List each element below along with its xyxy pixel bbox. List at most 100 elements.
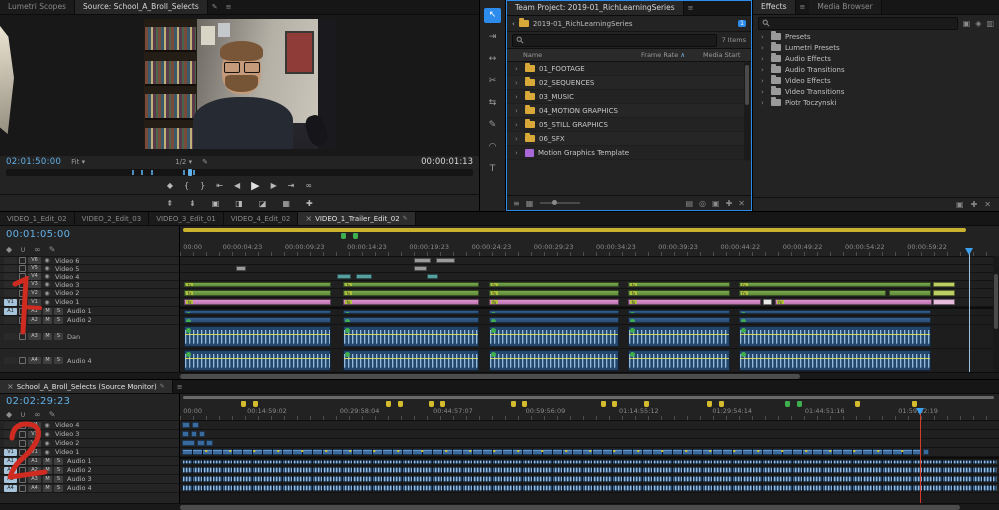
effects-row[interactable]: ›Presets xyxy=(753,31,999,42)
sequence-tab[interactable]: ×VIDEO_1_Trailer_Edit_02✎ xyxy=(298,212,415,225)
clip[interactable]: fx xyxy=(184,299,331,305)
clip[interactable] xyxy=(739,326,931,347)
effects-row[interactable]: ›Audio Transitions xyxy=(753,64,999,75)
track-header-v4[interactable]: V4◉Video 4 xyxy=(0,273,179,281)
chevron-right-icon[interactable]: › xyxy=(515,135,521,143)
project-row[interactable]: ›03_MUSIC xyxy=(507,90,751,104)
sequence-marker-icon[interactable] xyxy=(386,401,391,407)
clip[interactable] xyxy=(436,258,456,263)
lock-icon[interactable] xyxy=(19,467,26,474)
clip[interactable] xyxy=(337,274,351,279)
breadcrumb[interactable]: 2019-01_RichLearningSeries xyxy=(533,20,633,28)
track-lane-v2[interactable]: fxfxfxfxfx xyxy=(180,289,999,298)
clip[interactable]: fx xyxy=(628,290,730,296)
delete-icon[interactable]: ✕ xyxy=(984,200,991,209)
clip[interactable]: fx xyxy=(628,299,761,305)
mute-button[interactable]: M xyxy=(43,333,52,340)
pen-tool[interactable]: ✎ xyxy=(484,118,501,133)
track-lane-a3[interactable] xyxy=(180,475,999,484)
column-media-start[interactable]: Media Start xyxy=(703,51,751,59)
clip[interactable] xyxy=(182,422,190,428)
new-item-icon[interactable]: ✚ xyxy=(726,199,733,208)
clip[interactable] xyxy=(628,350,730,371)
lock-icon[interactable] xyxy=(19,299,26,306)
track-lane-v3[interactable]: fxfxfxfxfx xyxy=(180,281,999,289)
effects-row[interactable]: ›Piotr Toczynski xyxy=(753,97,999,108)
edit-icon[interactable]: ✎ xyxy=(403,215,408,222)
lock-icon[interactable] xyxy=(19,317,26,324)
slip-tool[interactable]: ⇆ xyxy=(484,96,501,111)
source-patch-a4[interactable]: A4 xyxy=(4,485,17,492)
toggle-track-output-icon[interactable]: ◉ xyxy=(43,290,51,297)
clip[interactable] xyxy=(343,317,479,323)
mark-out-icon[interactable]: } xyxy=(200,181,205,190)
clip[interactable]: fx xyxy=(489,282,619,287)
solo-button[interactable]: S xyxy=(54,485,63,492)
play-icon[interactable]: ▶ xyxy=(251,179,259,192)
lock-icon[interactable] xyxy=(19,449,26,456)
toggle-track-output-icon[interactable]: ◉ xyxy=(43,273,51,280)
playhead[interactable] xyxy=(969,248,970,372)
track-target-v1[interactable]: V1 xyxy=(28,299,41,306)
chevron-right-icon[interactable]: › xyxy=(515,65,521,73)
track-lane-v2[interactable] xyxy=(180,439,999,448)
chevron-right-icon[interactable]: › xyxy=(515,121,521,129)
edit-icon[interactable]: ✎ xyxy=(208,0,222,14)
playhead-head[interactable] xyxy=(965,248,973,255)
solo-button[interactable]: S xyxy=(54,308,63,315)
tab-lumetri-scopes[interactable]: Lumetri Scopes xyxy=(0,0,75,14)
project-row[interactable]: ›01_FOOTAGE xyxy=(507,62,751,76)
column-name[interactable]: Name xyxy=(507,51,641,59)
sequence-marker-icon[interactable] xyxy=(429,401,434,407)
lock-icon[interactable] xyxy=(19,476,26,483)
clip[interactable]: fx xyxy=(489,299,619,305)
lock-icon[interactable] xyxy=(19,257,26,264)
source-patch-v3[interactable] xyxy=(4,431,17,438)
chevron-right-icon[interactable]: › xyxy=(515,149,521,157)
source-patch-a1[interactable]: A1 xyxy=(4,308,17,315)
tab-team-project[interactable]: Team Project: 2019-01_RichLearningSeries xyxy=(507,1,684,15)
solo-button[interactable]: S xyxy=(54,333,63,340)
clip[interactable] xyxy=(628,310,730,314)
track-lane-a2[interactable] xyxy=(180,316,999,325)
track-lane-a4[interactable] xyxy=(180,349,999,372)
track-lane-a2[interactable] xyxy=(180,466,999,475)
clip[interactable] xyxy=(489,317,619,323)
tab-source-monitor[interactable]: Source: School_A_Broll_Selects xyxy=(75,0,208,14)
source-patch-v4[interactable] xyxy=(4,273,17,280)
button-editor-icon[interactable]: ✚ xyxy=(306,199,313,208)
insert-icon[interactable]: ◨ xyxy=(235,199,243,208)
clip[interactable] xyxy=(184,326,331,347)
toggle-track-output-icon[interactable]: ◉ xyxy=(43,440,51,447)
sequence-marker-icon[interactable] xyxy=(253,401,258,407)
clip[interactable] xyxy=(343,310,479,314)
clip[interactable] xyxy=(427,274,438,279)
sequence-marker-icon[interactable] xyxy=(855,401,860,407)
clip[interactable]: fx xyxy=(343,299,479,305)
clip[interactable] xyxy=(182,460,998,464)
lock-icon[interactable] xyxy=(19,422,26,429)
automate-to-sequence-icon[interactable]: ▤ xyxy=(685,199,693,208)
chevron-right-icon[interactable]: › xyxy=(761,66,767,74)
lift-icon[interactable]: ⇞ xyxy=(166,199,173,208)
track-header-a2[interactable]: A2MSAudio 2 xyxy=(0,316,179,325)
clip[interactable] xyxy=(933,282,954,287)
back-arrow-icon[interactable]: ‹ xyxy=(512,20,515,28)
clip[interactable]: fx xyxy=(343,282,479,287)
track-lane-v6[interactable] xyxy=(180,257,999,265)
lock-icon[interactable] xyxy=(19,333,26,340)
clip[interactable] xyxy=(192,422,199,428)
mute-button[interactable]: M xyxy=(43,317,52,324)
source-patch-a3[interactable]: A3 xyxy=(4,476,17,483)
sequence-marker-icon[interactable] xyxy=(341,233,346,239)
selection-tool[interactable]: ↖ xyxy=(484,8,501,23)
new-custom-bin-icon[interactable]: ▣ xyxy=(956,200,964,209)
clip[interactable] xyxy=(933,299,954,305)
solo-button[interactable]: S xyxy=(54,476,63,483)
track-header-a1[interactable]: A1A1MSAudio 1 xyxy=(0,457,179,466)
source-patch-v6[interactable] xyxy=(4,257,17,264)
edit-icon[interactable]: ✎ xyxy=(160,383,165,390)
timeline-playhead-timecode[interactable]: 00:01:05:00 xyxy=(6,229,70,240)
snap-icon[interactable]: ∪ xyxy=(20,410,26,419)
track-header-v5[interactable]: V5◉Video 5 xyxy=(0,265,179,273)
